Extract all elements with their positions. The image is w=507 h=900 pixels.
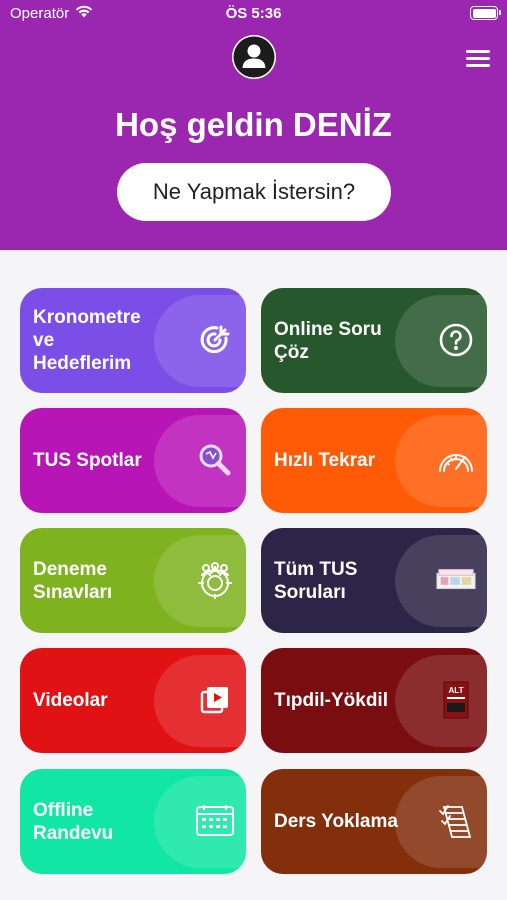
book-cover-icon: ALT — [435, 679, 477, 721]
book-stack-icon — [435, 559, 477, 601]
menu-card-online-soru[interactable]: Online Soru Çöz — [261, 288, 487, 393]
what-to-do-button[interactable]: Ne Yapmak İstersin? — [117, 163, 391, 221]
svg-text:ALT: ALT — [449, 686, 464, 695]
menu-card-hizli-tekrar[interactable]: Hızlı Tekrar — [261, 408, 487, 513]
welcome-title: Hoş geldin DENİZ — [115, 106, 392, 143]
target-icon — [194, 319, 236, 361]
magnifier-icon — [194, 439, 236, 481]
header: Operatör ÖS 5:36 Hoş geldin DENİZ Ne Yap… — [0, 0, 507, 250]
avatar[interactable] — [232, 35, 276, 79]
menu-card-tum-tus[interactable]: Tüm TUS Soruları — [261, 528, 487, 633]
carrier: Operatör — [10, 5, 93, 22]
menu-card-tus-spotlar[interactable]: TUS Spotlar — [20, 408, 246, 513]
hamburger-menu-icon[interactable] — [464, 48, 492, 70]
wifi-icon — [75, 5, 93, 22]
menu-card-offline-randevu[interactable]: Offline Randevu — [20, 769, 246, 874]
calendar-icon — [194, 800, 236, 842]
question-circle-icon — [435, 319, 477, 361]
menu-card-videolar[interactable]: Videolar — [20, 648, 246, 753]
menu-card-deneme[interactable]: Deneme Sınavları — [20, 528, 246, 633]
checklist-icon — [435, 800, 477, 842]
group-target-icon — [194, 559, 236, 601]
battery-icon — [470, 6, 501, 20]
menu-card-ders-yoklama[interactable]: Ders Yoklama — [261, 769, 487, 874]
speedometer-icon — [435, 439, 477, 481]
user-icon — [232, 35, 276, 79]
video-play-icon — [194, 679, 236, 721]
carrier-name: Operatör — [10, 5, 70, 22]
menu-card-kronometre[interactable]: Kronometre ve Hedeflerim — [20, 288, 246, 393]
status-bar: Operatör ÖS 5:36 — [0, 0, 507, 28]
menu-card-tipdil[interactable]: Tıpdil-Yökdil ALT — [261, 648, 487, 753]
